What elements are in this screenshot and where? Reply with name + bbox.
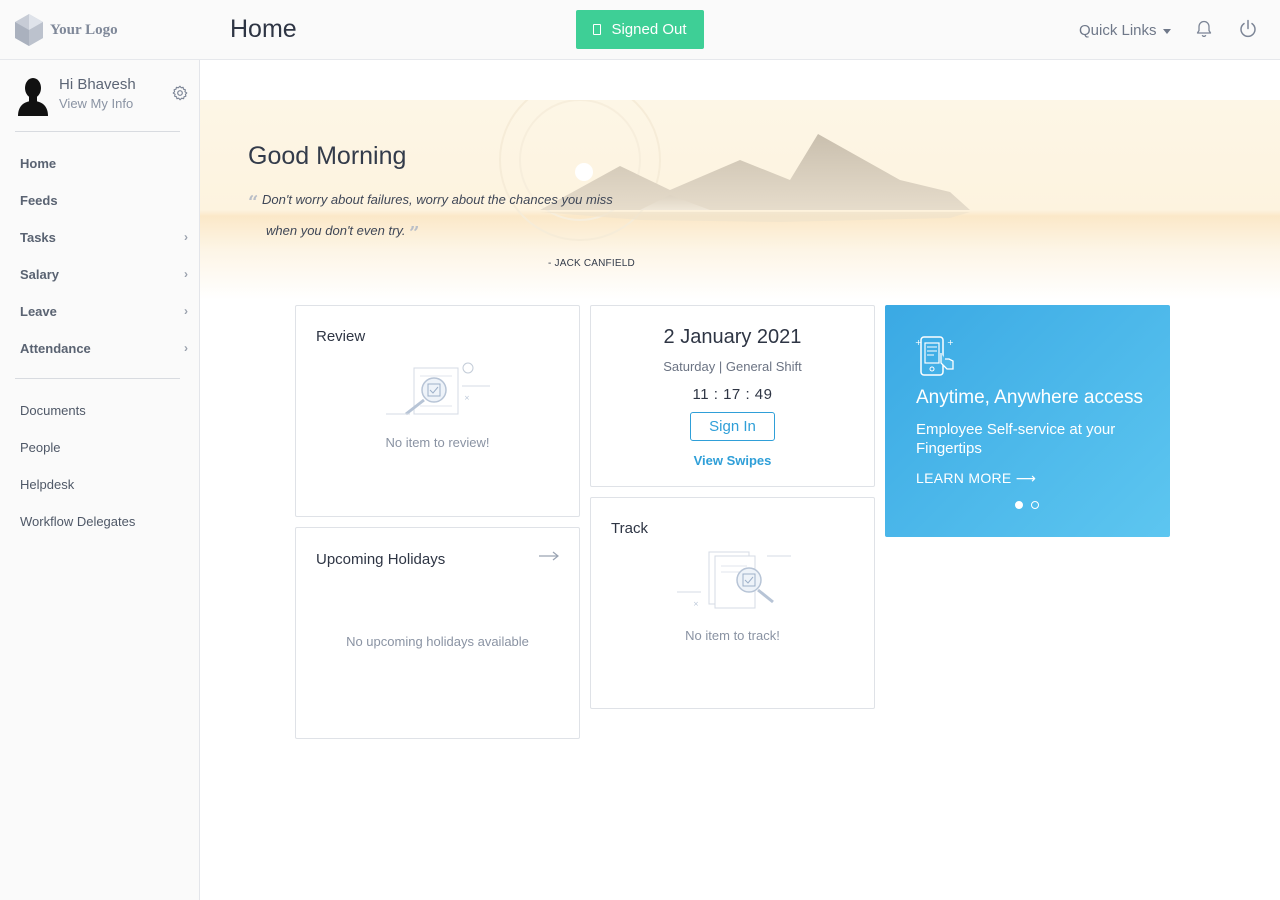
svg-text:+: + — [947, 338, 954, 347]
sidebar-item-people[interactable]: People — [20, 440, 190, 455]
chevron-right-icon: › — [184, 267, 188, 281]
learn-more-link[interactable]: LEARN MORE ⟶ — [916, 470, 1036, 487]
bell-icon[interactable] — [1194, 19, 1214, 39]
view-swipes-link[interactable]: View Swipes — [591, 453, 874, 468]
sidebar-item-tasks[interactable]: Tasks › — [20, 230, 190, 245]
promo-subtitle: Employee Self-service at your Fingertips — [916, 421, 1116, 457]
review-card: Review × No item to review! — [295, 305, 580, 517]
carousel-dot-1[interactable] — [1015, 501, 1023, 509]
close-quote-icon: ” — [409, 223, 420, 244]
quick-links-label: Quick Links — [1079, 22, 1157, 39]
user-greeting: Hi Bhavesh — [59, 76, 136, 93]
sidebar-divider — [15, 131, 180, 132]
track-title: Track — [611, 520, 648, 537]
quote-line-2: when you don't even try. ” — [266, 223, 420, 244]
chevron-right-icon: › — [184, 230, 188, 244]
sidebar-item-label: Attendance — [20, 341, 91, 356]
chevron-right-icon: › — [184, 304, 188, 318]
chevron-right-icon: › — [184, 341, 188, 355]
holidays-empty-message: No upcoming holidays available — [346, 634, 529, 649]
quote-author: - JACK CANFIELD — [548, 258, 635, 269]
sidebar-item-label: Tasks — [20, 230, 56, 245]
greeting-banner: Good Morning “ Don't worry about failure… — [200, 100, 1280, 300]
holidays-card: Upcoming Holidays No upcoming holidays a… — [295, 527, 580, 739]
device-icon — [593, 24, 602, 35]
sidebar-item-home[interactable]: Home — [20, 156, 190, 171]
sidebar-item-documents[interactable]: Documents — [20, 403, 190, 418]
avatar[interactable] — [16, 76, 50, 116]
open-quote-icon: “ — [248, 192, 259, 213]
logo[interactable]: Your Logo — [14, 13, 118, 47]
sidebar-item-leave[interactable]: Leave › — [20, 304, 190, 319]
sidebar-item-label: Feeds — [20, 193, 58, 208]
svg-text:×: × — [693, 600, 699, 608]
mobile-app-icon: + + — [915, 336, 954, 376]
quote-text-2: when you don't even try. — [266, 223, 406, 238]
quick-links-dropdown[interactable]: Quick Links — [1079, 22, 1171, 39]
sidebar-item-attendance[interactable]: Attendance › — [20, 341, 190, 356]
gear-icon[interactable] — [172, 85, 188, 101]
track-empty-illustration: × — [677, 551, 791, 609]
greeting-heading: Good Morning — [248, 142, 407, 170]
sign-in-button[interactable]: Sign In — [690, 412, 775, 441]
caret-down-icon — [1162, 29, 1171, 34]
review-title: Review — [316, 328, 366, 345]
track-card: Track × No item to track! — [590, 497, 875, 709]
attendance-card: 2 January 2021 Saturday | General Shift … — [590, 305, 875, 487]
sidebar-item-label: Leave — [20, 304, 57, 319]
logo-text: Your Logo — [50, 21, 118, 38]
page-title: Home — [230, 15, 297, 43]
quote-line-1: “ Don't worry about failures, worry abou… — [248, 192, 613, 213]
holidays-title: Upcoming Holidays — [316, 551, 446, 568]
sidebar: Hi Bhavesh View My Info Home Feeds Tasks › S… — [0, 60, 200, 900]
review-empty-message: No item to review! — [385, 435, 490, 450]
svg-text:×: × — [464, 394, 470, 402]
top-bar: Your Logo Home Signed Out Quick Links — [0, 0, 1280, 60]
sidebar-item-helpdesk[interactable]: Helpdesk — [20, 477, 190, 492]
shift-info: Saturday | General Shift — [663, 359, 802, 374]
promo-carousel: + + Anytime, Anywhere access Employee Se… — [885, 305, 1170, 537]
sidebar-item-workflow-delegates[interactable]: Workflow Delegates — [20, 514, 190, 529]
track-empty-message: No item to track! — [685, 628, 780, 643]
promo-title: Anytime, Anywhere access — [916, 387, 1144, 408]
logo-hexagon-icon — [15, 14, 43, 46]
current-date: 2 January 2021 — [663, 326, 802, 348]
view-my-info-link[interactable]: View My Info — [59, 96, 133, 111]
sidebar-item-salary[interactable]: Salary › — [20, 267, 190, 282]
sidebar-item-feeds[interactable]: Feeds — [20, 193, 190, 208]
arrow-right-icon[interactable] — [539, 550, 559, 562]
sidebar-divider — [15, 378, 180, 379]
signed-out-button[interactable]: Signed Out — [576, 10, 704, 49]
power-icon[interactable] — [1238, 19, 1258, 39]
sidebar-item-label: Salary — [20, 267, 60, 282]
review-empty-illustration: × — [386, 362, 490, 416]
carousel-dot-2[interactable] — [1031, 501, 1039, 509]
profile-block: Hi Bhavesh View My Info — [14, 74, 188, 132]
signed-out-label: Signed Out — [611, 21, 687, 38]
sidebar-item-label: Home — [20, 156, 57, 171]
quote-text-1: Don't worry about failures, worry about … — [261, 192, 613, 207]
current-time: 11 : 17 : 49 — [692, 386, 773, 403]
svg-text:+: + — [915, 338, 922, 347]
